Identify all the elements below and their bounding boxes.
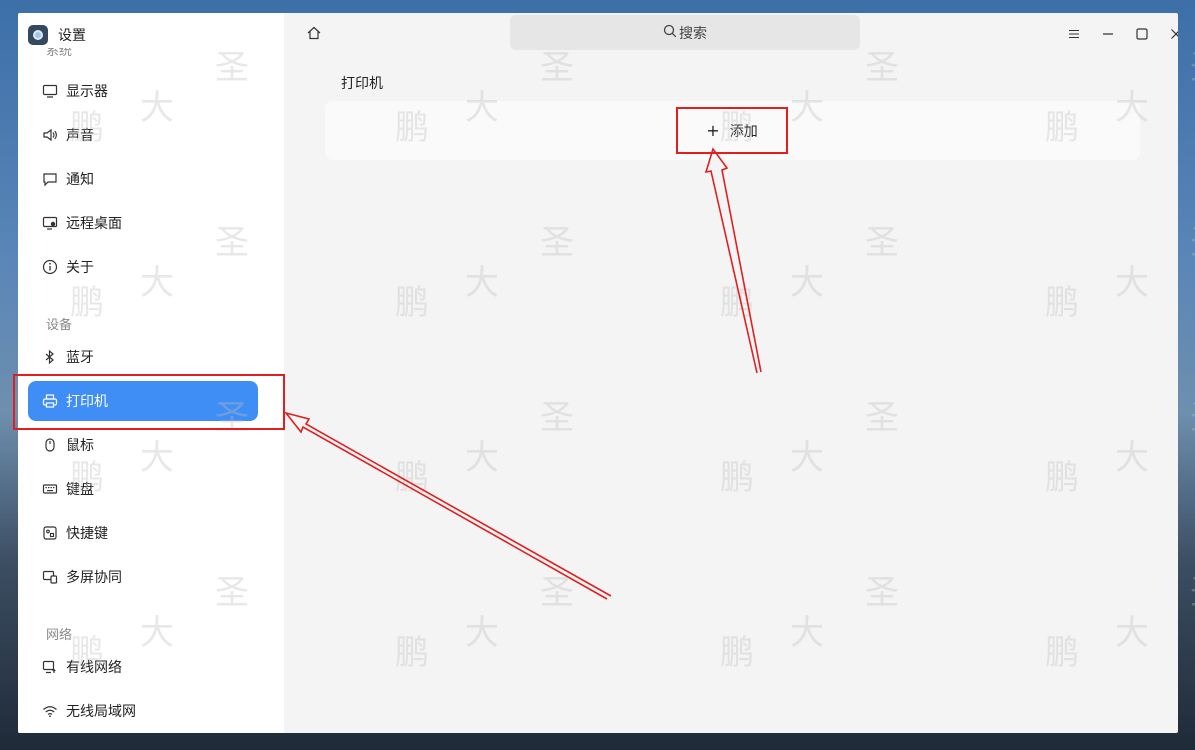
monitor-icon — [42, 83, 58, 99]
sidebar-item-label: 打印机 — [66, 394, 108, 410]
mouse-icon — [42, 437, 58, 453]
sidebar-item-display[interactable]: 显示器 — [28, 71, 258, 111]
sidebar-item-label: 无线局域网 — [66, 704, 136, 720]
sidebar-item-label: 蓝牙 — [66, 350, 94, 366]
sidebar-item-wifi[interactable]: 无线局域网 — [28, 691, 258, 731]
add-printer-label: 添加 — [729, 123, 758, 140]
multi-screen-icon — [42, 569, 58, 585]
section-label-devices: 设备 — [46, 318, 73, 333]
printer-card: + 添加 — [325, 101, 1140, 160]
sidebar-item-bluetooth[interactable]: 蓝牙 — [28, 337, 258, 377]
sidebar-item-printer[interactable]: 打印机 — [28, 381, 258, 421]
search-input[interactable]: 搜索 — [510, 15, 860, 50]
search-icon — [663, 24, 679, 42]
sidebar-item-label: 鼠标 — [66, 438, 94, 454]
sidebar-item-remote-desktop[interactable]: 远程桌面 — [28, 203, 258, 243]
sidebar-item-label: 多屏协同 — [66, 570, 122, 586]
sidebar-item-label: 显示器 — [66, 84, 108, 100]
sidebar-item-label: 快捷键 — [66, 526, 108, 542]
home-button[interactable] — [304, 25, 324, 45]
sidebar-item-keyboard[interactable]: 键盘 — [28, 469, 258, 509]
watermark-char: 圣 — [1190, 215, 1195, 264]
app-title: 设置 — [58, 28, 86, 44]
sidebar-item-shortcuts[interactable]: 快捷键 — [28, 513, 258, 553]
keyboard-icon — [42, 481, 58, 497]
sidebar-item-label: 远程桌面 — [66, 216, 122, 232]
wired-network-icon — [42, 659, 58, 675]
plus-icon: + — [706, 121, 720, 140]
menu-icon — [1067, 26, 1081, 45]
remote-desktop-icon — [42, 215, 58, 231]
chat-bubble-icon — [42, 171, 58, 187]
sidebar-item-wired-network[interactable]: 有线网络 — [28, 647, 258, 687]
speaker-icon — [42, 127, 58, 143]
printer-icon — [42, 393, 58, 409]
sidebar-item-multi-screen[interactable]: 多屏协同 — [28, 557, 258, 597]
wifi-icon — [42, 703, 58, 719]
shortcut-icon — [42, 525, 58, 541]
settings-window: 设置 系统 显示器 声音 通知 远程桌面 关于 设备 蓝牙 打印机 鼠标 键盘 … — [18, 13, 1178, 733]
add-printer-button[interactable]: + 添加 — [677, 101, 787, 160]
sidebar-item-mouse[interactable]: 鼠标 — [28, 425, 258, 465]
maximize-icon — [1135, 26, 1149, 45]
main-content: 搜索 打印机 + 添加 — [284, 13, 1178, 733]
app-header: 设置 — [28, 23, 86, 47]
watermark-char: 圣 — [1190, 390, 1195, 439]
close-button[interactable] — [1166, 25, 1178, 45]
bluetooth-icon — [42, 349, 58, 365]
settings-app-icon — [28, 25, 48, 45]
search-placeholder: 搜索 — [679, 25, 707, 42]
watermark-char: 圣 — [1190, 565, 1195, 614]
sidebar-item-label: 键盘 — [66, 482, 94, 498]
watermark-char: 圣 — [1190, 40, 1195, 89]
section-label-system: 系统 — [46, 48, 73, 59]
sidebar-item-label: 通知 — [66, 172, 94, 188]
menu-button[interactable] — [1064, 25, 1084, 45]
sidebar-item-notifications[interactable]: 通知 — [28, 159, 258, 199]
sidebar-item-about[interactable]: 关于 — [28, 247, 258, 287]
sidebar: 设置 系统 显示器 声音 通知 远程桌面 关于 设备 蓝牙 打印机 鼠标 键盘 … — [18, 13, 284, 733]
page-title: 打印机 — [341, 76, 383, 92]
info-icon — [42, 259, 58, 275]
sidebar-item-sound[interactable]: 声音 — [28, 115, 258, 155]
home-icon — [306, 25, 322, 45]
sidebar-item-label: 声音 — [66, 128, 94, 144]
sidebar-item-label: 有线网络 — [66, 660, 122, 676]
minimize-icon — [1101, 26, 1115, 45]
maximize-button[interactable] — [1132, 25, 1152, 45]
close-icon — [1169, 26, 1178, 45]
sidebar-item-label: 关于 — [66, 260, 94, 276]
section-label-network: 网络 — [46, 628, 73, 643]
minimize-button[interactable] — [1098, 25, 1118, 45]
